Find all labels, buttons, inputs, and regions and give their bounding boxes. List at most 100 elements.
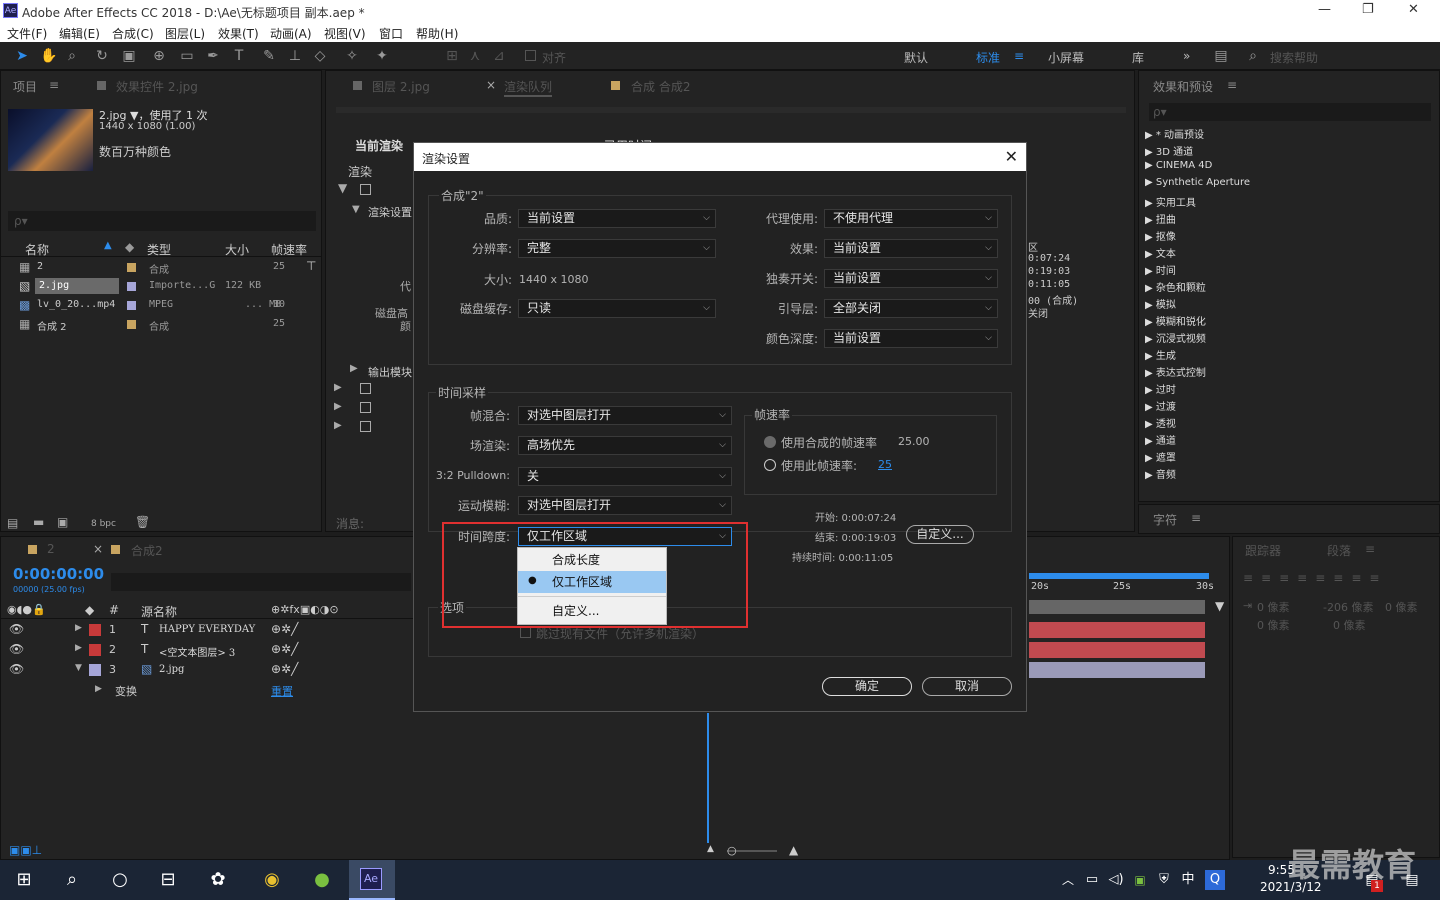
space-before-value[interactable]: 0 像素: [1257, 617, 1290, 633]
indent-right-value[interactable]: 0 像素: [1385, 599, 1418, 615]
roto-brush-tool-icon[interactable]: ✧: [343, 47, 361, 65]
quality-select[interactable]: 当前设置 ⌵: [518, 209, 716, 228]
layer-name[interactable]: <空文本图层> 3: [159, 644, 235, 659]
brush-tool-icon[interactable]: ✎: [260, 47, 278, 65]
tab-project[interactable]: 项目: [13, 78, 37, 95]
workspace-menu-icon[interactable]: ≡: [1014, 49, 1024, 63]
fps-custom-input[interactable]: 25: [878, 458, 892, 471]
search-help-input[interactable]: 搜索帮助: [1270, 49, 1318, 66]
col-name[interactable]: 名称: [25, 241, 49, 258]
effects-category-item[interactable]: ▶ 透视: [1145, 415, 1176, 430]
solo-select[interactable]: 当前设置 ⌵: [824, 269, 998, 288]
effects-category-item[interactable]: ▶ 过时: [1145, 381, 1176, 396]
layer-name[interactable]: HAPPY EVERYDAY: [159, 624, 255, 635]
rotate-tool-icon[interactable]: ↻: [93, 47, 111, 65]
trash-icon[interactable]: 🗑: [135, 515, 150, 529]
tray-expand-icon[interactable]: ︿: [1056, 868, 1080, 892]
end-marker-icon[interactable]: ▼: [1215, 599, 1224, 613]
workspace-library[interactable]: 库: [1132, 49, 1144, 66]
zoom-handle-icon[interactable]: ○: [727, 844, 737, 857]
effects-category-item[interactable]: ▶ 遮罩: [1145, 449, 1176, 464]
motion-blur-select[interactable]: 对选中图层打开 ⌵: [518, 496, 732, 515]
effects-category-item[interactable]: ▶ CINEMA 4D: [1145, 160, 1212, 171]
action-center-icon[interactable]: ▤: [1400, 868, 1424, 892]
effects-category-item[interactable]: ▶ 模糊和锐化: [1145, 313, 1206, 328]
restore-button[interactable]: ❐: [1362, 2, 1374, 17]
effects-category-item[interactable]: ▶ 模拟: [1145, 296, 1176, 311]
effects-category-item[interactable]: ▶ 扭曲: [1145, 211, 1176, 226]
sync-icon[interactable]: ▤: [1212, 47, 1230, 65]
layer-switches-icon[interactable]: ⊕✲╱: [271, 622, 298, 636]
indent-first-value[interactable]: -206 像素: [1323, 599, 1373, 615]
list-item[interactable]: ▦ 2 合成 25 ⊤: [1, 258, 321, 276]
pen-tool-icon[interactable]: ✒: [204, 47, 222, 65]
comp-flowchart-icon[interactable]: ▣▣⊥: [9, 843, 42, 857]
effects-category-item[interactable]: ▶ 音频: [1145, 466, 1176, 481]
timecode-display[interactable]: 0:00:00:00: [13, 565, 104, 583]
task-view-icon[interactable]: ⊟: [156, 868, 180, 892]
workspace-default[interactable]: 默认: [904, 49, 928, 66]
interpret-footage-icon[interactable]: ▤: [7, 516, 18, 530]
effects-category-item[interactable]: ▶ 时间: [1145, 262, 1176, 277]
cancel-button[interactable]: 取消: [922, 677, 1012, 696]
volume-icon[interactable]: ◁): [1104, 868, 1128, 892]
menu-window[interactable]: 窗口: [379, 25, 403, 42]
menu-animation[interactable]: 动画(A): [270, 25, 312, 42]
queue-item-checkbox[interactable]: [360, 402, 371, 413]
local-axis-icon[interactable]: ⊞: [443, 47, 461, 65]
bpc-button[interactable]: 8 bpc: [91, 519, 116, 529]
label-swatch[interactable]: [89, 624, 101, 636]
disk-cache-select[interactable]: 只读 ⌵: [518, 299, 716, 318]
queue-item-expand-icon[interactable]: ▶: [334, 382, 342, 393]
effects-search-input[interactable]: ρ▾: [1149, 103, 1431, 121]
new-comp-icon[interactable]: ▣: [57, 515, 68, 529]
render-settings-expand-icon[interactable]: ▼: [352, 204, 360, 215]
effects-category-item[interactable]: ▶ Synthetic Aperture: [1145, 177, 1250, 188]
visibility-eye-icon[interactable]: 👁: [9, 642, 24, 656]
effects-category-item[interactable]: ▶ 过渡: [1145, 398, 1176, 413]
visibility-eye-icon[interactable]: 👁: [9, 662, 24, 676]
label-swatch[interactable]: [89, 664, 101, 676]
col-size[interactable]: 大小: [225, 241, 249, 258]
effects-category-item[interactable]: ▶ 实用工具: [1145, 194, 1196, 209]
view-axis-icon[interactable]: ⊿: [490, 47, 508, 65]
label-swatch[interactable]: [89, 644, 101, 656]
menu-effect[interactable]: 效果(T): [218, 25, 259, 42]
minimize-button[interactable]: —: [1318, 2, 1331, 17]
menu-file[interactable]: 文件(F): [7, 25, 47, 42]
dialog-close-button[interactable]: ✕: [1005, 147, 1018, 166]
effects-tab-menu-icon[interactable]: ≡: [1227, 78, 1237, 92]
network-icon[interactable]: ▭: [1080, 868, 1104, 892]
resolution-select[interactable]: 完整 ⌵: [518, 239, 716, 258]
col-type[interactable]: 类型: [147, 241, 171, 258]
menu-layer[interactable]: 图层(L): [165, 25, 205, 42]
queue-item-checkbox[interactable]: [360, 421, 371, 432]
fps-comp-radio[interactable]: [764, 436, 776, 448]
table-row[interactable]: 👁 ▼ 3 ▧ 2.jpg ⊕✲╱: [1, 661, 413, 679]
tab-character[interactable]: 字符: [1153, 511, 1177, 528]
ae-taskbar-button[interactable]: Ae: [349, 860, 395, 900]
fps-custom-radio[interactable]: [764, 459, 776, 471]
output-module-expand-icon[interactable]: ▶: [350, 363, 358, 374]
effects-category-item[interactable]: ▶ 3D 通道: [1145, 143, 1193, 158]
workspace-standard[interactable]: 标准: [976, 49, 1000, 66]
align-checkbox[interactable]: [525, 50, 536, 61]
eraser-tool-icon[interactable]: ◇: [311, 47, 329, 65]
layer-name[interactable]: 2.jpg: [159, 664, 184, 675]
queue-item-checkbox[interactable]: [360, 383, 371, 394]
puppet-tool-icon[interactable]: ✦: [373, 47, 391, 65]
indent-left-value[interactable]: 0 像素: [1257, 599, 1290, 615]
visibility-eye-icon[interactable]: 👁: [9, 622, 24, 636]
qq-icon[interactable]: Q: [1205, 870, 1225, 890]
queue-render-checkbox[interactable]: [360, 184, 371, 195]
effects-category-item[interactable]: ▶ 通道: [1145, 432, 1176, 447]
rectangle-tool-icon[interactable]: ▭: [178, 47, 196, 65]
type-tool-icon[interactable]: T: [230, 47, 248, 65]
tab-effects-presets[interactable]: 效果和预设: [1153, 78, 1213, 95]
search-icon[interactable]: ⌕: [60, 868, 84, 892]
workspace-small-screen[interactable]: 小屏幕: [1048, 49, 1084, 66]
ok-button[interactable]: 确定: [822, 677, 912, 696]
effects-category-item[interactable]: ▶ 文本: [1145, 245, 1176, 260]
list-item[interactable]: ▧ 2.jpg Importe...G 122 KB: [1, 277, 321, 295]
comp-bar[interactable]: [1029, 600, 1205, 614]
